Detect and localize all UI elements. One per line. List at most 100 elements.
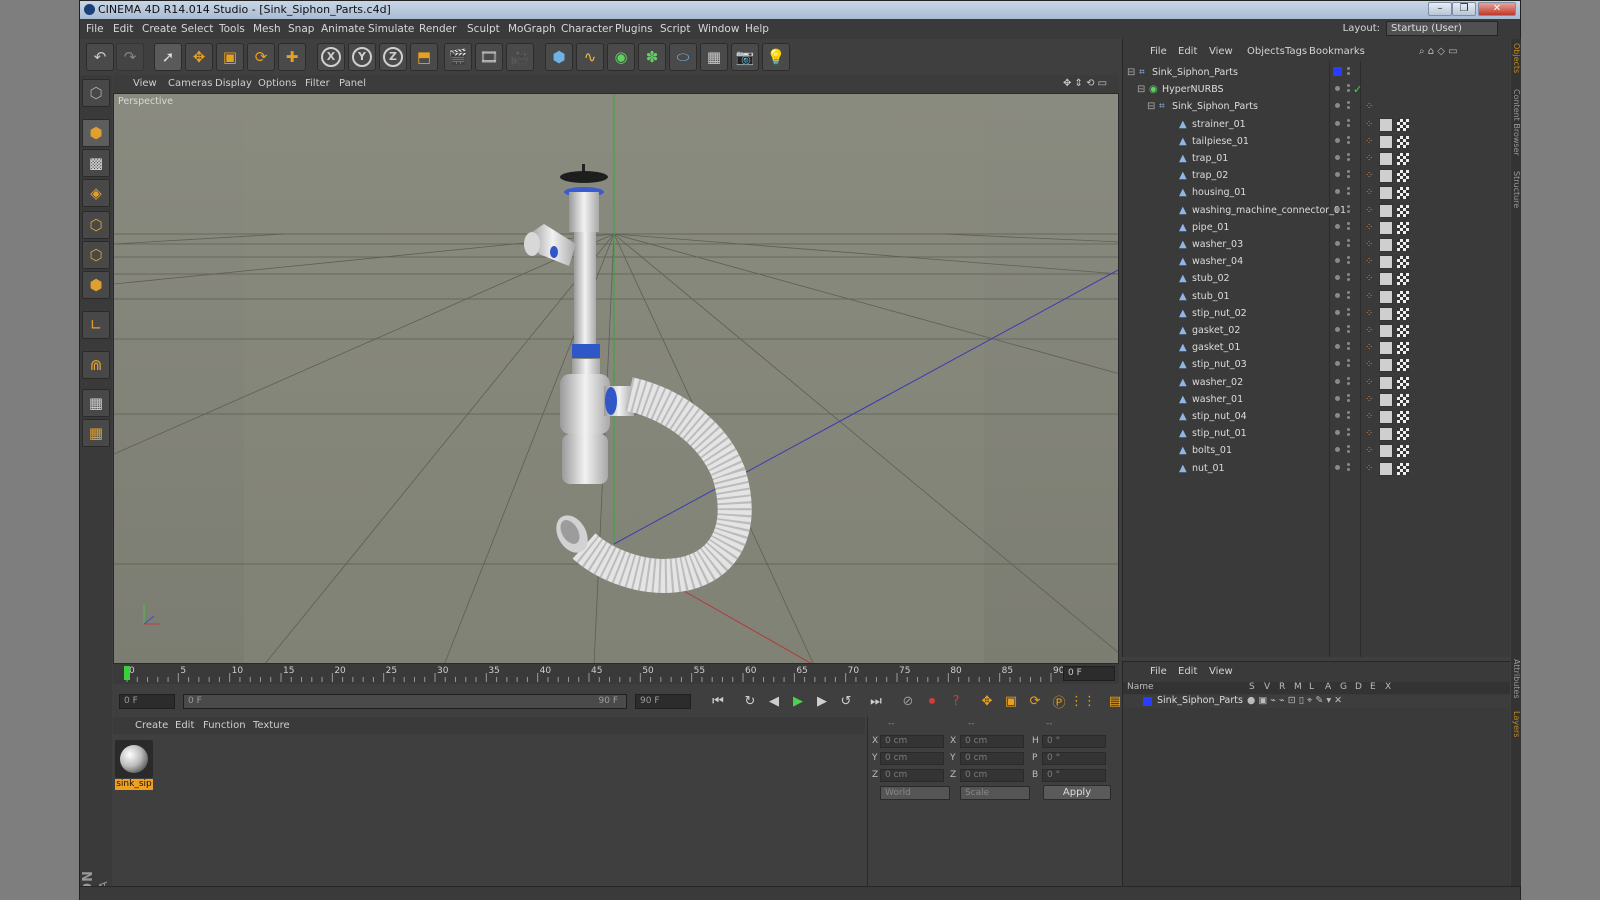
object-row[interactable]: ⊟ ⌗ Sink_Siphon_Parts ⁘	[1123, 99, 1511, 116]
menu-plugins[interactable]: Plugins	[615, 23, 653, 35]
tab-layers[interactable]: Layers	[1511, 711, 1521, 737]
phong-tag-icon[interactable]: ⁘	[1365, 119, 1376, 130]
position-x-field[interactable]: 0 cm	[880, 735, 944, 748]
layer-dot[interactable]	[1335, 447, 1340, 453]
object-row[interactable]: ▲ stub_02 ⁘	[1123, 271, 1511, 288]
visibility-toggle[interactable]	[1347, 153, 1350, 156]
object-row[interactable]: ▲ washer_03 ⁘	[1123, 237, 1511, 254]
key-pla-button[interactable]: ⋮⋮	[1070, 691, 1096, 711]
visibility-toggle[interactable]	[1347, 376, 1350, 380]
z-axis-button[interactable]: Z	[379, 43, 407, 71]
previous-frame-button[interactable]: ◀	[764, 691, 784, 711]
visibility-toggle[interactable]	[1347, 170, 1350, 174]
visibility-toggle[interactable]	[1347, 290, 1350, 294]
menu-help[interactable]: Help	[745, 23, 769, 35]
layers-menu-edit[interactable]: Edit	[1178, 666, 1197, 677]
phong-tag-icon[interactable]: ⁘	[1365, 308, 1376, 319]
object-row[interactable]: ▲ bolts_01 ⁘	[1123, 443, 1511, 460]
material-tag-icon[interactable]	[1379, 461, 1393, 476]
preview-range-slider[interactable]: 0 F 90 F	[183, 694, 627, 709]
menu-character[interactable]: Character	[561, 23, 613, 35]
visibility-toggle[interactable]	[1347, 428, 1350, 432]
material-tag-icon[interactable]	[1379, 117, 1393, 132]
phong-tag-icon[interactable]: ⁘	[1365, 411, 1376, 422]
next-key-button[interactable]: ↺	[836, 691, 856, 711]
collapse-icon[interactable]: ⊟	[1137, 85, 1147, 95]
playhead[interactable]	[124, 666, 130, 680]
object-manager-tools-icons[interactable]: ⌕ ⌂ ◇ ▭	[1419, 46, 1458, 57]
uvw-tag-icon[interactable]	[1397, 135, 1409, 148]
collapse-icon[interactable]: ⊟	[1127, 68, 1137, 78]
visibility-toggle[interactable]	[1347, 359, 1350, 363]
uvw-tag-icon[interactable]	[1397, 187, 1409, 200]
phong-tag-icon[interactable]: ⁘	[1365, 463, 1376, 474]
phong-tag-icon[interactable]: ⁘	[1365, 153, 1376, 164]
workplane-lock-button[interactable]: ▦	[82, 389, 110, 417]
layer-dot[interactable]	[1335, 241, 1340, 246]
position-z-field[interactable]: 0 cm	[880, 769, 944, 782]
object-row[interactable]: ▲ stip_nut_02 ⁘	[1123, 306, 1511, 323]
record-keys-button[interactable]: ⊘	[898, 691, 918, 711]
layer-dot[interactable]	[1335, 309, 1340, 315]
viewport-menu-options[interactable]: Options	[258, 78, 297, 89]
object-row[interactable]: ⊟ ⌗ Sink_Siphon_Parts	[1123, 65, 1511, 82]
size-y-field[interactable]: 0 cm	[960, 752, 1024, 765]
material-tag-icon[interactable]	[1379, 444, 1393, 459]
points-mode-button[interactable]: ⬡	[82, 211, 110, 239]
snap-button[interactable]: ⋒	[82, 351, 110, 379]
visibility-toggle[interactable]	[1347, 187, 1350, 191]
material-name[interactable]: sink_sip	[115, 779, 153, 790]
menu-file[interactable]: File	[86, 23, 104, 35]
current-frame-field[interactable]: 0 F	[1063, 666, 1115, 681]
next-frame-button[interactable]: ▶	[812, 691, 832, 711]
phong-tag-icon[interactable]: ⁘	[1365, 325, 1376, 336]
phong-tag-icon[interactable]: ⁘	[1365, 170, 1376, 181]
visibility-toggle[interactable]	[1347, 411, 1350, 414]
uvw-tag-icon[interactable]	[1397, 445, 1409, 458]
visibility-toggle[interactable]	[1347, 445, 1350, 449]
menu-snap[interactable]: Snap	[288, 23, 314, 35]
phong-tag-icon[interactable]: ⁘	[1365, 377, 1376, 388]
phong-tag-icon[interactable]: ⁘	[1365, 359, 1376, 370]
layer-dot[interactable]	[1335, 258, 1340, 264]
menu-simulate[interactable]: Simulate	[368, 23, 414, 35]
object-row[interactable]: ▲ housing_01 ⁘	[1123, 185, 1511, 202]
collapse-icon[interactable]: ⊟	[1147, 102, 1157, 112]
visibility-toggle[interactable]	[1347, 221, 1350, 225]
recent-tool-button[interactable]: ✚	[278, 43, 306, 71]
visibility-toggle[interactable]	[1347, 101, 1350, 105]
move-tool-button[interactable]: ✥	[185, 43, 213, 71]
coordinate-space-select[interactable]: World	[880, 786, 950, 800]
phong-tag-icon[interactable]: ⁘	[1365, 342, 1376, 353]
uvw-tag-icon[interactable]	[1397, 325, 1409, 337]
menu-animate[interactable]: Animate	[321, 23, 365, 35]
object-row[interactable]: ▲ pipe_01 ⁘	[1123, 220, 1511, 237]
layer-dot[interactable]	[1335, 464, 1340, 470]
go-to-end-button[interactable]: ⏭	[866, 691, 886, 711]
autokey-button[interactable]: ⏺	[922, 691, 942, 711]
minimize-button[interactable]: –	[1428, 2, 1452, 16]
size-x-field[interactable]: 0 cm	[960, 735, 1024, 748]
enabled-check-icon[interactable]: ✓	[1353, 83, 1362, 96]
phong-tag-icon[interactable]: ⁘	[1365, 101, 1376, 112]
material-tag-icon[interactable]	[1379, 238, 1393, 252]
layer-dot[interactable]	[1335, 206, 1340, 212]
visibility-toggle[interactable]	[1347, 67, 1350, 70]
visibility-toggle[interactable]	[1347, 325, 1350, 328]
model-mode-button[interactable]: ⬢	[82, 119, 110, 147]
material-tag-icon[interactable]	[1379, 255, 1393, 270]
live-selection-button[interactable]: ➚	[154, 43, 182, 71]
visibility-toggle[interactable]	[1347, 273, 1350, 277]
object-row[interactable]: ▲ stip_nut_04 ⁘	[1123, 409, 1511, 426]
object-row[interactable]: ▲ stip_nut_01 ⁘	[1123, 426, 1511, 443]
add-camera-button[interactable]: 📷	[731, 43, 759, 71]
layer-dot[interactable]	[1335, 292, 1340, 298]
viewport-menu-filter[interactable]: Filter	[305, 78, 330, 89]
object-row[interactable]: ▲ washer_01 ⁘	[1123, 392, 1511, 409]
layer-dot[interactable]	[1335, 275, 1340, 281]
phong-tag-icon[interactable]: ⁘	[1365, 291, 1376, 302]
axis-mode-button[interactable]: ∟	[82, 311, 110, 339]
visibility-toggle[interactable]	[1347, 462, 1350, 466]
objects-menu-view[interactable]: View	[1209, 46, 1233, 57]
tab-attributes[interactable]: Attributes	[1511, 659, 1521, 699]
